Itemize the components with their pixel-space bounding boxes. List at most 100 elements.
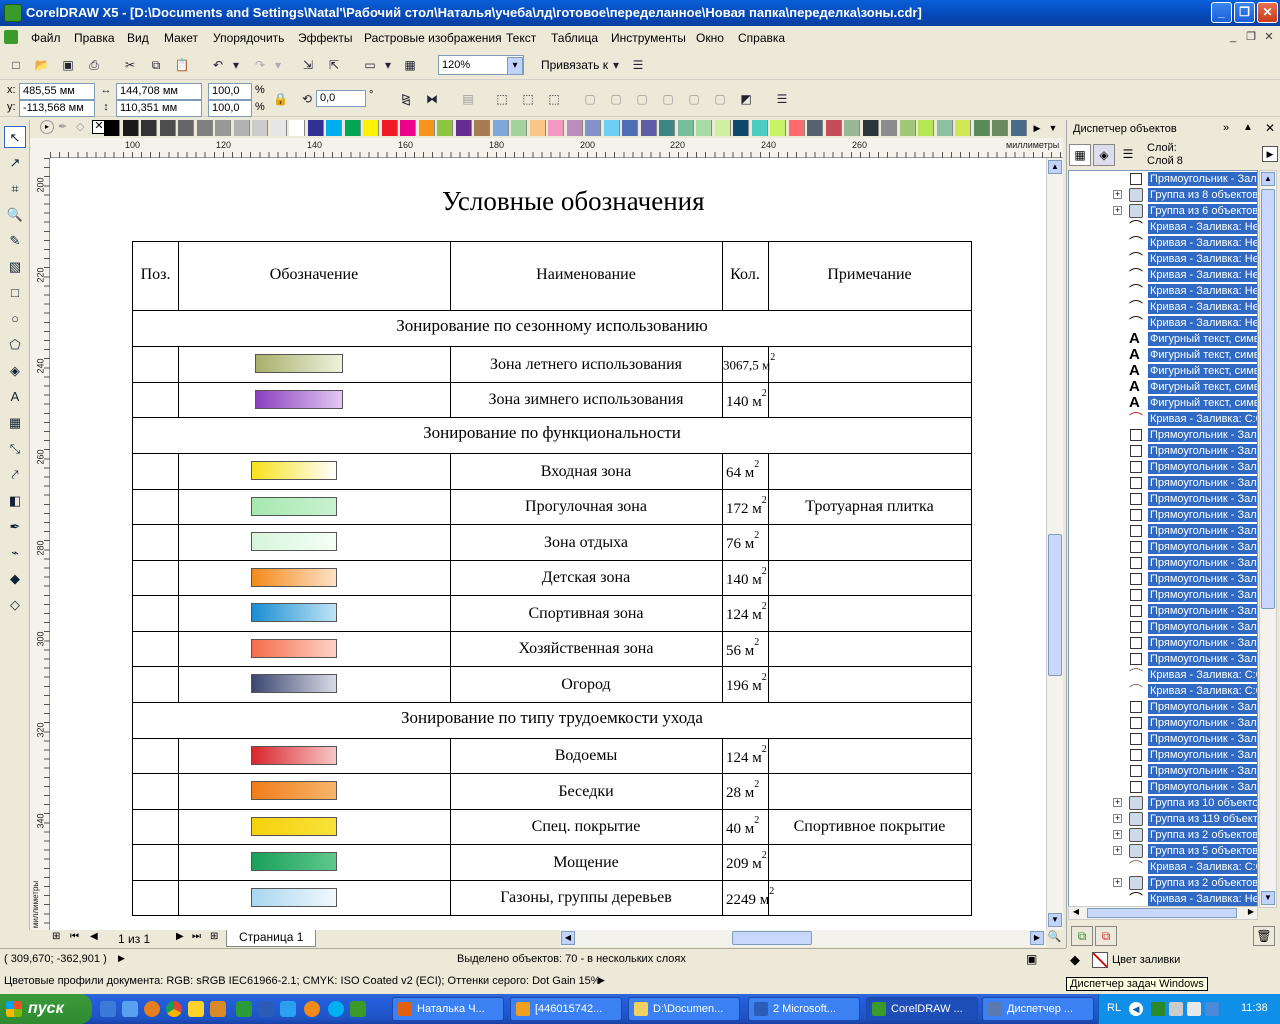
object-tree-item[interactable]: + Группа из 5 объектов: [1069, 843, 1257, 859]
status-settings-icon[interactable]: ▣: [1026, 952, 1037, 966]
language-indicator[interactable]: RL: [1107, 1002, 1121, 1014]
object-tree-item[interactable]: + Группа из 119 объектов: [1069, 811, 1257, 827]
object-tree-item[interactable]: ⌒ Кривая - Заливка: Нет: [1069, 299, 1257, 315]
expand-icon[interactable]: +: [1113, 878, 1122, 887]
rotation-angle-input[interactable]: 0,0: [316, 90, 366, 107]
expand-icon[interactable]: +: [1113, 190, 1122, 199]
palette-swatch[interactable]: [899, 120, 916, 136]
object-tree-item[interactable]: Прямоугольник - Зали: [1069, 763, 1257, 779]
docker-expand-icon[interactable]: »: [1223, 122, 1229, 134]
tree-scroll-down-icon[interactable]: ▼: [1261, 891, 1275, 905]
object-tree-item[interactable]: Прямоугольник - Зали: [1069, 491, 1257, 507]
delete-icon[interactable]: 🗑: [1253, 926, 1275, 946]
zone-color-swatch[interactable]: [251, 816, 337, 836]
object-tree-item[interactable]: + Группа из 6 объектов: [1069, 203, 1257, 219]
zone-quantity[interactable]: 196 м2: [726, 672, 767, 695]
vertical-scroll-thumb[interactable]: [1048, 534, 1062, 676]
doc-restore-button[interactable]: ❐: [1243, 30, 1259, 45]
taskbar-button[interactable]: CorelDRAW ...: [866, 997, 978, 1021]
object-tree-item[interactable]: Прямоугольник - Зали: [1069, 475, 1257, 491]
object-tree-item[interactable]: Прямоугольник - Зали: [1069, 459, 1257, 475]
zone-quantity[interactable]: 3067,5 м2: [723, 352, 775, 373]
lock-ratio-icon[interactable]: 🔒: [272, 89, 288, 107]
zone-color-swatch[interactable]: [251, 852, 337, 871]
tray-app2-icon[interactable]: [1205, 1002, 1219, 1016]
zone-quantity[interactable]: 124 м2: [726, 601, 767, 624]
intersect-icon[interactable]: ▢: [658, 89, 678, 109]
object-tree-item[interactable]: ⌒ Кривая - Заливка: С:0: [1069, 859, 1257, 875]
paste-icon[interactable]: 📋: [172, 55, 192, 75]
tree-vertical-scrollbar[interactable]: ▲ ▼: [1259, 170, 1277, 908]
navigator-zoom-icon[interactable]: 🔍: [1046, 930, 1063, 947]
quicklaunch-app-icon[interactable]: [122, 1001, 138, 1017]
object-tree-item[interactable]: Прямоугольник - Зали: [1069, 171, 1257, 187]
palette-swatch[interactable]: [585, 120, 601, 136]
show-properties-icon[interactable]: ▦: [1069, 144, 1091, 166]
object-tree-item[interactable]: + Группа из 10 объектов: [1069, 795, 1257, 811]
zone-note[interactable]: Спортивное покрытие: [768, 818, 971, 836]
tree-hscroll-thumb[interactable]: [1087, 908, 1237, 918]
application-launcher-icon[interactable]: ▭: [360, 55, 380, 75]
palette-swatch[interactable]: [400, 120, 416, 136]
zone-name[interactable]: Зона летнего использования: [450, 356, 722, 374]
zone-quantity[interactable]: 2249 м2: [726, 886, 774, 909]
expand-icon[interactable]: +: [1113, 830, 1122, 839]
zone-quantity[interactable]: 124 м2: [726, 744, 767, 767]
object-tree-item[interactable]: A Фигурный текст, симв: [1069, 395, 1257, 411]
rectangle-tool-icon[interactable]: □: [4, 282, 26, 304]
profiles-arrow-icon[interactable]: ▶: [598, 975, 605, 986]
fill-color-swatch[interactable]: [1092, 952, 1108, 968]
palette-swatch[interactable]: [603, 120, 620, 136]
object-tree-item[interactable]: Прямоугольник - Зали: [1069, 539, 1257, 555]
tree-scroll-right-icon[interactable]: ▶: [1245, 907, 1257, 919]
page-tab[interactable]: Страница 1: [226, 930, 316, 947]
object-tree-item[interactable]: Прямоугольник - Зали: [1069, 747, 1257, 763]
object-tree-item[interactable]: ⌒ Кривая - Заливка: Нет: [1069, 891, 1257, 907]
taskbar-button[interactable]: 2 Microsoft...: [748, 997, 860, 1021]
menu-arrange[interactable]: Упорядочить: [213, 31, 284, 45]
palette-swatch[interactable]: [141, 120, 157, 136]
object-tree-item[interactable]: Прямоугольник - Зали: [1069, 619, 1257, 635]
page-add-before-icon[interactable]: ⊞: [52, 931, 60, 942]
docker-collapse-icon[interactable]: ▲: [1243, 122, 1253, 133]
outline-tool-icon[interactable]: ⌁: [4, 542, 26, 564]
zone-color-swatch[interactable]: [255, 389, 343, 409]
scroll-down-icon[interactable]: ▼: [1048, 913, 1062, 927]
start-button[interactable]: пуск: [0, 994, 92, 1024]
palette-swatch[interactable]: [326, 120, 342, 136]
mirror-horizontal-icon[interactable]: ⧎: [396, 89, 416, 109]
zone-note[interactable]: Тротуарная плитка: [768, 498, 971, 516]
palette-swatch[interactable]: [511, 120, 527, 136]
save-icon[interactable]: ▣: [58, 55, 78, 75]
snap-to-label[interactable]: Привязать к: [541, 58, 608, 72]
palette-swatch[interactable]: [955, 120, 971, 136]
combine-icon[interactable]: ▢: [580, 89, 600, 109]
object-tree-item[interactable]: ⌒ Кривая - Заливка: С:0: [1069, 667, 1257, 683]
tray-app-icon[interactable]: [1151, 1002, 1165, 1016]
back-minus-front-icon[interactable]: ◩: [736, 89, 756, 109]
zone-name[interactable]: Газоны, группы деревьев: [450, 889, 722, 907]
zone-color-swatch[interactable]: [251, 781, 337, 800]
layer-manager-view-icon[interactable]: ☰: [1117, 144, 1139, 166]
palette-swatch[interactable]: [807, 120, 823, 136]
freehand-tool-icon[interactable]: ✎: [4, 230, 26, 252]
zone-color-swatch[interactable]: [251, 745, 337, 765]
basic-shapes-tool-icon[interactable]: ◈: [4, 360, 26, 382]
smart-fill-tool-icon[interactable]: ▧: [4, 256, 26, 278]
doc-minimize-button[interactable]: _: [1225, 30, 1241, 45]
palette-swatch[interactable]: [881, 120, 897, 136]
object-tree-item[interactable]: + Группа из 8 объектов: [1069, 187, 1257, 203]
palette-swatch[interactable]: [1010, 120, 1027, 136]
legend-title[interactable]: Условные обозначения: [442, 186, 705, 217]
palette-expand-icon[interactable]: ▼: [1046, 120, 1060, 136]
weld-icon[interactable]: ▢: [606, 89, 626, 109]
table-header-cell[interactable]: Кол.: [722, 266, 768, 284]
coreldraw-app-icon[interactable]: [4, 4, 22, 22]
palette-swatch[interactable]: [640, 120, 657, 136]
page-add-after-icon[interactable]: ⊞: [210, 931, 218, 942]
table-header-cell[interactable]: Поз.: [133, 266, 178, 284]
copy-icon[interactable]: ⧉: [146, 55, 166, 75]
section-title[interactable]: Зонирование по типу трудоемкости ухода: [133, 708, 971, 728]
coords-arrow-icon[interactable]: ▶: [118, 953, 125, 964]
section-title[interactable]: Зонирование по сезонному использованию: [133, 316, 971, 336]
